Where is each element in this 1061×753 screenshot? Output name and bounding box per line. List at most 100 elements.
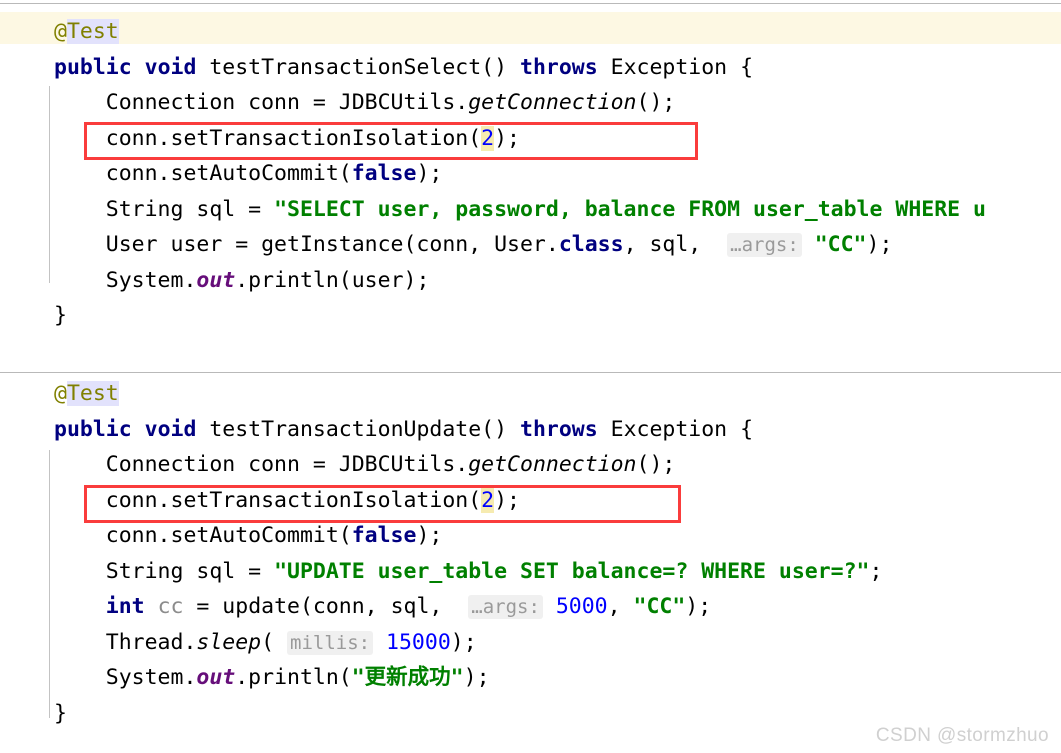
connection-declaration-line[interactable]: Connection conn = JDBCUtils.getConnectio… [0, 447, 1061, 483]
separator-rule-middle [0, 372, 1061, 373]
code-token: void [144, 416, 197, 442]
code-token: Exception { [597, 416, 754, 442]
code-token: ); [416, 523, 443, 548]
thread-sleep-line[interactable]: Thread.sleep( millis: 15000); [0, 625, 1061, 661]
code-token: 2 [481, 125, 495, 151]
code-token: "CC" [814, 232, 867, 257]
code-token: Test [66, 381, 119, 406]
code-token: cc [157, 594, 184, 619]
code-block-test-transaction-update[interactable]: @Test public void testTransactionUpdate()… [0, 376, 1061, 731]
code-token: throws [520, 54, 598, 80]
code-token: …args: [727, 233, 802, 257]
println-line[interactable]: System.out.println(user); [0, 263, 1061, 299]
code-token: ); [494, 125, 520, 151]
set-auto-commit-line[interactable]: conn.setAutoCommit(false); [0, 156, 1061, 192]
code-token: .println(user); [235, 267, 430, 293]
code-token: conn.setAutoCommit( [54, 161, 352, 186]
code-token: out [196, 665, 236, 690]
indent-guide-block2 [49, 450, 50, 718]
code-token: } [54, 303, 67, 328]
code-token: public [54, 416, 132, 442]
method-signature-line[interactable]: public void testTransactionSelect() thro… [0, 50, 1061, 86]
code-token: getConnection [468, 90, 637, 115]
code-token: ); [450, 629, 477, 655]
code-token: ); [685, 594, 712, 619]
sql-string-line[interactable]: String sql = "SELECT user, password, bal… [0, 192, 1061, 228]
code-token: ; [869, 558, 883, 584]
code-token: false [351, 161, 417, 186]
code-token: millis: [287, 630, 374, 655]
code-token: (); [636, 452, 676, 477]
code-token: , [607, 594, 634, 619]
code-token: void [144, 54, 197, 80]
code-token: 2 [481, 487, 495, 513]
code-token: testTransactionUpdate() [196, 416, 521, 442]
closing-brace-line[interactable]: } [0, 298, 1061, 334]
watermark: CSDN @stormzhuo [875, 725, 1049, 746]
code-token: 5000 [555, 594, 608, 619]
code-token: "SELECT user, password, balance FROM use… [274, 196, 986, 222]
method-signature-line[interactable]: public void testTransactionUpdate() thro… [0, 412, 1061, 448]
code-token: , sql, [623, 232, 728, 257]
code-token: …args: [468, 595, 543, 619]
code-token: User user = getInstance(conn, User. [54, 232, 559, 257]
annotation-line[interactable]: @Test [0, 376, 1061, 412]
code-token: conn.setAutoCommit( [54, 523, 352, 548]
code-token: getConnection [468, 452, 637, 477]
code-token: Thread. [54, 629, 197, 655]
indent-guide-block1 [49, 86, 50, 283]
code-token: System. [54, 665, 197, 690]
code-token: class [558, 232, 624, 257]
code-block-test-transaction-select[interactable]: @Test public void testTransactionSelect()… [0, 14, 1061, 334]
code-token: "更新成功" [351, 665, 464, 690]
println-line[interactable]: System.out.println("更新成功"); [0, 660, 1061, 696]
code-token: 15000 [386, 629, 451, 655]
code-token: } [54, 700, 67, 726]
code-token: out [196, 267, 236, 293]
code-token: .println( [235, 665, 352, 690]
code-token: ); [416, 161, 443, 186]
code-token: testTransactionSelect() [196, 54, 521, 80]
code-token: = update(conn, sql, [183, 594, 469, 619]
code-token: ( [261, 629, 288, 655]
separator-rule-top [0, 3, 1061, 4]
set-transaction-isolation-line[interactable]: conn.setTransactionIsolation(2); [0, 483, 1061, 519]
code-token: false [351, 523, 417, 548]
code-token: throws [520, 416, 598, 442]
code-token: ); [463, 665, 490, 690]
code-token: @ [54, 381, 67, 406]
code-token: "UPDATE user_table SET balance=? WHERE u… [274, 558, 870, 584]
connection-declaration-line[interactable]: Connection conn = JDBCUtils.getConnectio… [0, 85, 1061, 121]
get-instance-line[interactable]: User user = getInstance(conn, User.class… [0, 227, 1061, 263]
code-token: System. [54, 267, 197, 293]
code-token: public [54, 54, 132, 80]
code-token: Test [66, 19, 119, 44]
code-token: conn.setTransactionIsolation( [54, 125, 482, 151]
update-call-line[interactable]: int cc = update(conn, sql, …args: 5000, … [0, 589, 1061, 625]
annotation-line[interactable]: @Test [0, 14, 1061, 50]
set-transaction-isolation-line[interactable]: conn.setTransactionIsolation(2); [0, 121, 1061, 157]
code-token: "CC" [633, 594, 686, 619]
set-auto-commit-line[interactable]: conn.setAutoCommit(false); [0, 518, 1061, 554]
code-token: ); [866, 232, 893, 257]
code-token: String sql = [54, 558, 275, 584]
code-token: int [105, 594, 145, 619]
code-token: Exception { [597, 54, 754, 80]
code-token: (); [636, 90, 676, 115]
code-token: Connection conn = JDBCUtils. [54, 452, 469, 477]
code-editor-viewport: @Test public void testTransactionSelect()… [0, 0, 1061, 753]
code-token: @ [54, 19, 67, 44]
code-token: sleep [196, 629, 262, 655]
code-token: String sql = [54, 196, 275, 222]
code-token: ); [494, 487, 520, 513]
code-token: conn.setTransactionIsolation( [54, 487, 482, 513]
sql-string-line[interactable]: String sql = "UPDATE user_table SET bala… [0, 554, 1061, 590]
code-token: Connection conn = JDBCUtils. [54, 90, 469, 115]
